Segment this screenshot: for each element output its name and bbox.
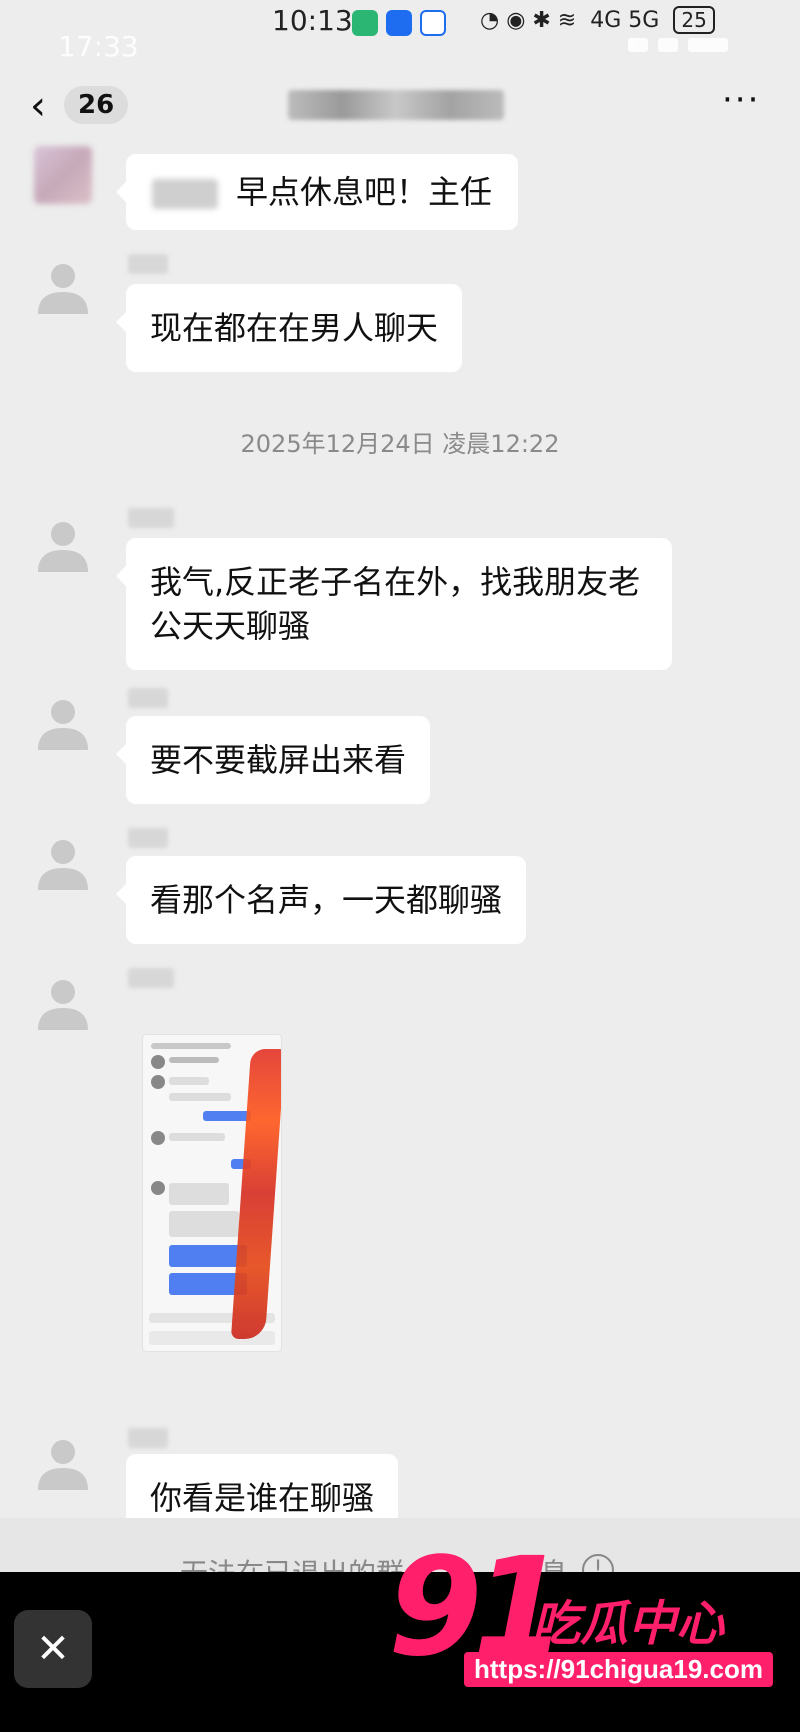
image-content <box>151 1055 165 1069</box>
image-content <box>151 1043 231 1049</box>
battery-icon <box>688 38 728 52</box>
wifi-icon: ◔ ◉ ✱ ≋ <box>480 7 577 33</box>
message-text: 我气,反正老子名在外，找我朋友老公天天聊骚 <box>150 563 641 645</box>
avatar[interactable] <box>34 514 92 572</box>
more-horizontal-icon[interactable]: ··· <box>722 80 760 120</box>
sender-name-blurred <box>128 828 168 848</box>
image-content <box>169 1077 209 1085</box>
ghost-status-time: 17:33 <box>58 30 139 63</box>
image-content <box>169 1093 231 1101</box>
status-app-icons <box>352 10 446 36</box>
image-content <box>169 1057 219 1063</box>
timestamp: 2025年12月24日 凌晨12:22 <box>240 430 560 458</box>
image-content <box>151 1181 165 1195</box>
image-content <box>151 1075 165 1089</box>
status-time: 10:13 <box>272 4 353 37</box>
screenshot-image[interactable] <box>142 1034 282 1352</box>
watermark-url: https://91chigua19.com <box>464 1652 773 1687</box>
mention-blurred <box>152 179 218 209</box>
image-content <box>151 1131 165 1145</box>
app-notification-icon <box>420 10 446 36</box>
image-content <box>169 1183 229 1205</box>
avatar[interactable] <box>34 1432 92 1490</box>
chat-header: ‹ 26 ··· <box>0 80 800 132</box>
sender-name-blurred <box>128 508 174 528</box>
message-bubble[interactable]: 你看是谁在聊骚 <box>126 1454 399 1518</box>
message-text: 早点休息吧！主任 <box>236 173 493 211</box>
person-icon <box>38 700 88 750</box>
sender-name-blurred <box>128 1428 168 1448</box>
ghost-status-icons <box>628 38 728 52</box>
avatar[interactable] <box>34 972 92 1030</box>
unread-count-badge[interactable]: 26 <box>64 86 129 124</box>
message-text: 看那个名声，一天都聊骚 <box>150 881 503 919</box>
avatar[interactable] <box>34 256 92 314</box>
message-text: 要不要截屏出来看 <box>150 741 407 779</box>
signal-label: 4G 5G <box>590 7 660 33</box>
status-right-icons: ◔ ◉ ✱ ≋ 4G 5G 25 <box>480 6 715 34</box>
message-bubble[interactable]: 要不要截屏出来看 <box>115 716 431 804</box>
avatar[interactable] <box>34 146 92 204</box>
person-icon <box>38 840 88 890</box>
person-icon <box>38 264 88 314</box>
image-content <box>203 1111 251 1121</box>
battery-icon: 25 <box>673 6 715 34</box>
person-icon <box>38 522 88 572</box>
red-scribble-redaction <box>230 1049 281 1339</box>
image-content <box>169 1133 225 1141</box>
chevron-left-icon[interactable]: ‹ <box>30 86 46 126</box>
message-text: 现在都在在男人聊天 <box>150 309 439 347</box>
app-notification-icon <box>386 10 412 36</box>
image-content <box>169 1211 239 1237</box>
avatar[interactable] <box>34 832 92 890</box>
message-bubble[interactable]: 我气,反正老子名在外，找我朋友老公天天聊骚 <box>116 538 672 670</box>
app-notification-icon <box>352 10 378 36</box>
message-text: 你看是谁在聊骚 <box>150 1479 375 1517</box>
watermark-brand: 吃瓜中心 <box>532 1596 725 1652</box>
sender-name-blurred <box>128 968 174 988</box>
sender-name-blurred <box>128 254 168 274</box>
signal-icon <box>628 38 648 52</box>
person-icon <box>38 980 88 1030</box>
message-bubble[interactable]: 现在都在在男人聊天 <box>115 284 463 372</box>
avatar[interactable] <box>34 692 92 750</box>
message-bubble[interactable]: 看那个名声，一天都聊骚 <box>115 856 527 944</box>
chat-title-blurred <box>288 90 504 120</box>
message-bubble[interactable]: 早点休息吧！主任 <box>115 154 519 230</box>
close-icon[interactable]: ✕ <box>14 1610 92 1688</box>
person-icon <box>38 1440 88 1490</box>
wifi-icon <box>658 38 678 52</box>
sender-name-blurred <box>128 688 168 708</box>
